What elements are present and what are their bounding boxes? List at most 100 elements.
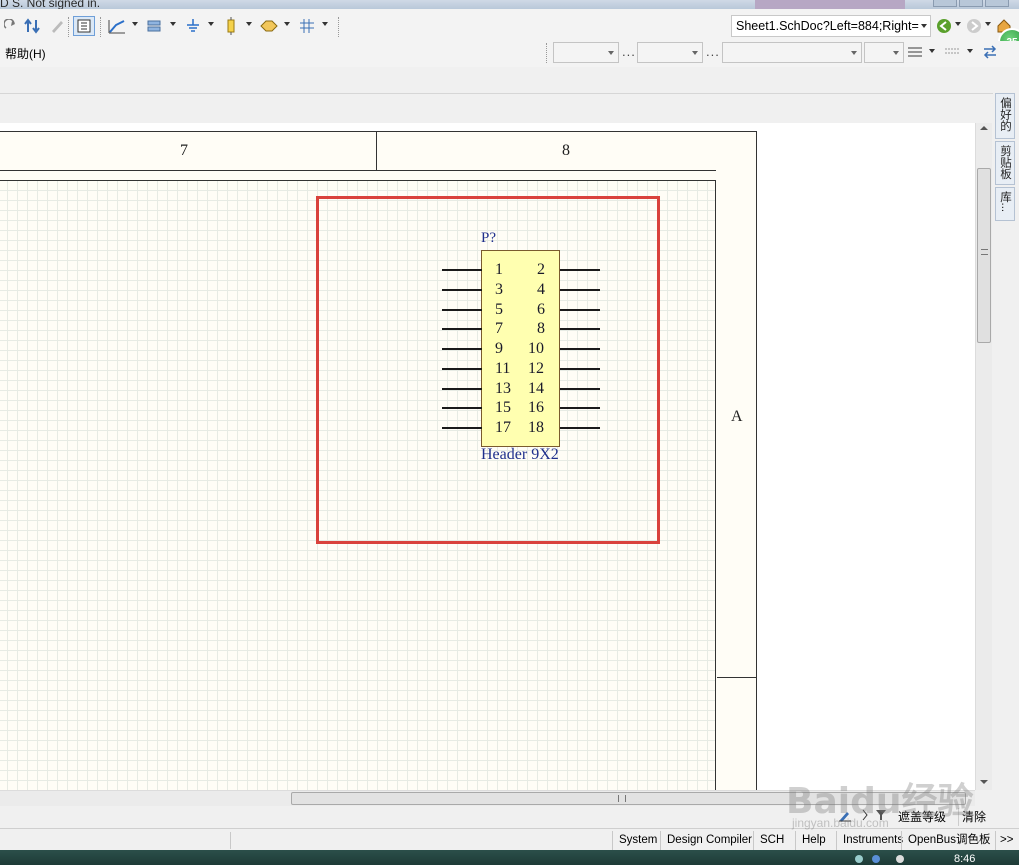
combo-dots-2: ... — [706, 44, 720, 59]
chevron-down-icon[interactable] — [246, 22, 252, 26]
pin-line[interactable] — [560, 288, 600, 291]
tray-icon[interactable] — [896, 855, 904, 863]
sort-icon[interactable] — [22, 16, 44, 36]
schematic-canvas[interactable]: 7 8 A P? 1 3 5 7 9 11 13 15 17 2 4 6 8 10 12 14 16 18 Hea… — [0, 123, 975, 790]
grip-icon — [981, 249, 988, 255]
ground-icon[interactable] — [182, 16, 204, 36]
close-button[interactable] — [985, 0, 1009, 7]
pin-line[interactable] — [442, 308, 482, 311]
side-panel-tabs: 偏好的 剪贴板 库... — [993, 93, 1019, 233]
pin-line[interactable] — [442, 348, 482, 350]
component-comment[interactable]: Header 9X2 — [481, 446, 559, 464]
pencil-icon[interactable] — [46, 16, 68, 36]
panel-system[interactable]: System — [612, 831, 663, 850]
pin-line[interactable] — [560, 367, 600, 370]
component-header-9x2[interactable]: P? 1 3 5 7 9 11 13 15 17 2 4 6 8 10 12 14 16 18 Header 9X… — [442, 230, 602, 470]
pin-number: 15 — [495, 399, 511, 417]
side-tab-favorites[interactable]: 偏好的 — [995, 93, 1015, 139]
chevron-down-icon[interactable] — [170, 22, 176, 26]
chevron-down-icon — [851, 51, 857, 55]
title-highlight — [755, 0, 905, 9]
tray-icon[interactable] — [872, 855, 880, 863]
combo-box-2[interactable] — [637, 42, 703, 63]
side-tab-clipboard[interactable]: 剪贴板 — [995, 141, 1015, 185]
pin-number: 17 — [495, 419, 511, 436]
pin-number: 9 — [495, 340, 503, 357]
pin-line[interactable] — [560, 328, 600, 331]
pin-number: 6 — [537, 300, 545, 318]
menu-help[interactable]: 帮助(H) — [5, 45, 46, 62]
component-designator[interactable]: P? — [481, 230, 496, 247]
panel-openbus[interactable]: OpenBus调色板 — [901, 831, 996, 850]
redo-icon[interactable] — [0, 16, 22, 36]
pin-line[interactable] — [560, 348, 600, 350]
mask-level-button[interactable]: 遮盖等级 — [896, 808, 948, 826]
panel-design-compiler[interactable]: Design Compiler — [660, 831, 758, 850]
component-select-icon[interactable] — [73, 16, 95, 36]
pin-number: 18 — [528, 419, 544, 436]
component-body[interactable] — [481, 250, 560, 447]
panel-more[interactable]: >> — [995, 831, 1017, 850]
pin-line[interactable] — [442, 269, 482, 271]
panel-sch[interactable]: SCH — [753, 831, 790, 850]
tray-icon[interactable] — [855, 855, 863, 863]
chevron-down-icon[interactable] — [955, 22, 961, 26]
chevron-down-icon[interactable] — [284, 22, 290, 26]
chevron-down-icon[interactable] — [985, 22, 991, 26]
wire-icon[interactable] — [106, 16, 128, 36]
pin-line[interactable] — [442, 367, 482, 370]
document-path-text: Sheet1.SchDoc?Left=884;Right= — [736, 19, 919, 33]
brush-icon[interactable] — [836, 808, 854, 826]
horizontal-scroll-thumb[interactable] — [291, 792, 966, 805]
chevron-down-icon[interactable] — [132, 22, 138, 26]
vertical-scrollbar[interactable] — [975, 123, 992, 790]
combo-box-3[interactable] — [722, 42, 862, 63]
scroll-up-icon[interactable] — [980, 126, 988, 130]
line-style-icon[interactable] — [941, 42, 963, 62]
bus-icon[interactable] — [144, 16, 166, 36]
title-bar: D S. Not signed in. — [0, 0, 1019, 9]
pin-number: 16 — [528, 399, 544, 417]
panel-help[interactable]: Help — [795, 831, 832, 850]
vertical-scroll-thumb[interactable] — [977, 168, 991, 343]
horizontal-scrollbar[interactable] — [0, 790, 975, 806]
pin-line[interactable] — [560, 308, 600, 311]
pin-line[interactable] — [442, 427, 482, 429]
pin-line[interactable] — [560, 407, 600, 410]
zone-divider — [717, 677, 757, 678]
zone-divider — [376, 132, 377, 170]
scroll-down-icon[interactable] — [980, 780, 988, 784]
zone-label-a: A — [731, 408, 743, 425]
combo-box-1[interactable] — [553, 42, 619, 63]
title-text: D S. Not signed in. — [0, 0, 101, 9]
chevron-down-icon[interactable] — [208, 22, 214, 26]
swap-icon[interactable] — [979, 42, 1001, 62]
pin-line[interactable] — [442, 288, 482, 291]
back-icon[interactable] — [933, 16, 955, 36]
chevron-down-icon[interactable] — [967, 49, 973, 53]
pin-line[interactable] — [442, 328, 482, 331]
port-icon[interactable] — [258, 16, 280, 36]
pin-line[interactable] — [442, 407, 482, 410]
chevron-down-icon — [692, 51, 698, 55]
combo-box-4[interactable] — [864, 42, 904, 63]
pin-line[interactable] — [560, 269, 600, 271]
part-icon[interactable] — [220, 16, 242, 36]
line-width-icon[interactable] — [904, 42, 926, 62]
pin-line[interactable] — [560, 387, 600, 390]
document-path-field[interactable]: Sheet1.SchDoc?Left=884;Right= — [731, 15, 931, 37]
side-tab-libraries[interactable]: 库... — [995, 187, 1015, 221]
chevron-down-icon[interactable] — [929, 49, 935, 53]
chevron-down-icon[interactable] — [322, 22, 328, 26]
filter-icon[interactable] — [860, 808, 890, 826]
panel-instruments[interactable]: Instruments — [836, 831, 909, 850]
chevron-down-icon[interactable] — [921, 24, 927, 28]
grid-icon[interactable] — [296, 16, 318, 36]
pin-line[interactable] — [442, 387, 482, 390]
pin-number: 12 — [528, 359, 544, 377]
forward-icon[interactable] — [963, 16, 985, 36]
pin-line[interactable] — [560, 427, 600, 429]
minimize-button[interactable] — [933, 0, 957, 7]
maximize-button[interactable] — [959, 0, 983, 7]
clear-button[interactable]: 清除 — [958, 808, 988, 826]
